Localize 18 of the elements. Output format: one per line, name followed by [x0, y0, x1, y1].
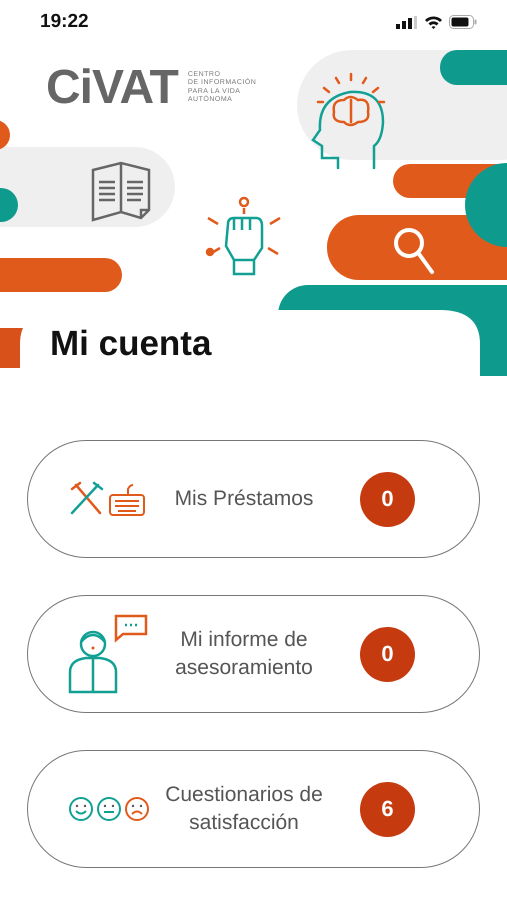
wifi-icon: [424, 15, 443, 29]
count-badge: 0: [360, 626, 415, 682]
logo-wordmark: CiVAT: [46, 60, 178, 115]
keyboard-icon: [108, 481, 146, 517]
menu-item[interactable]: Cuestionarios de satisfacción 6: [27, 750, 480, 868]
signal-icon: [396, 16, 418, 28]
status-time: 19:22: [40, 11, 89, 33]
document-icon: [91, 160, 151, 222]
count-badge: 6: [360, 782, 415, 836]
count-badge: 0: [360, 472, 415, 526]
menu-item[interactable]: Mis Préstamos 0: [27, 440, 480, 558]
satisfaction-faces-icon: [68, 796, 150, 822]
crutches-icon: [68, 481, 104, 517]
menu-item[interactable]: Mi informe de asesoramiento 0: [27, 595, 480, 713]
search-icon: [392, 226, 436, 276]
battery-icon: [449, 15, 477, 29]
advisor-speech-icon: [68, 614, 150, 694]
page-title: Mi cuenta: [50, 324, 212, 364]
